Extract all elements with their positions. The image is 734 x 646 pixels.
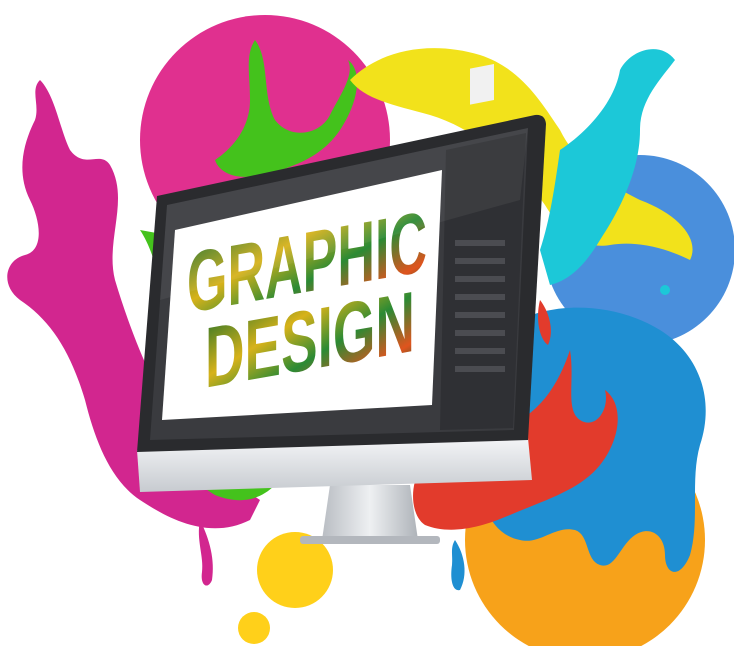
monitor-stand (322, 485, 418, 540)
blue-drip (451, 540, 465, 591)
gold-circle-small (238, 612, 270, 644)
monitor-stand-base (300, 536, 440, 544)
editor-swatch-panel (470, 63, 494, 105)
cyan-droplet (660, 285, 670, 295)
graphic-design-illustration: GRAPHIC DESIGN (7, 15, 734, 646)
magenta-drip (198, 520, 213, 586)
